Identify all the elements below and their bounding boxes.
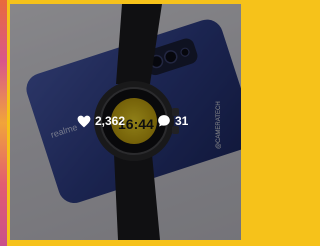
- likes-stat[interactable]: 2,362: [77, 114, 125, 128]
- likes-count: 2,362: [95, 114, 126, 128]
- post-thumbnail[interactable]: realme 16:44 @CAMERATECH 2,362 31: [10, 4, 241, 240]
- speech-bubble-icon: [157, 114, 171, 128]
- comments-count: 31: [175, 114, 189, 128]
- post-tile-frame: realme 16:44 @CAMERATECH 2,362 31: [0, 0, 250, 246]
- adjacent-tile-edge: [0, 0, 7, 246]
- post-stats: 2,362 31: [10, 114, 241, 138]
- comments-stat[interactable]: 31: [157, 114, 188, 128]
- heart-icon: [77, 115, 91, 128]
